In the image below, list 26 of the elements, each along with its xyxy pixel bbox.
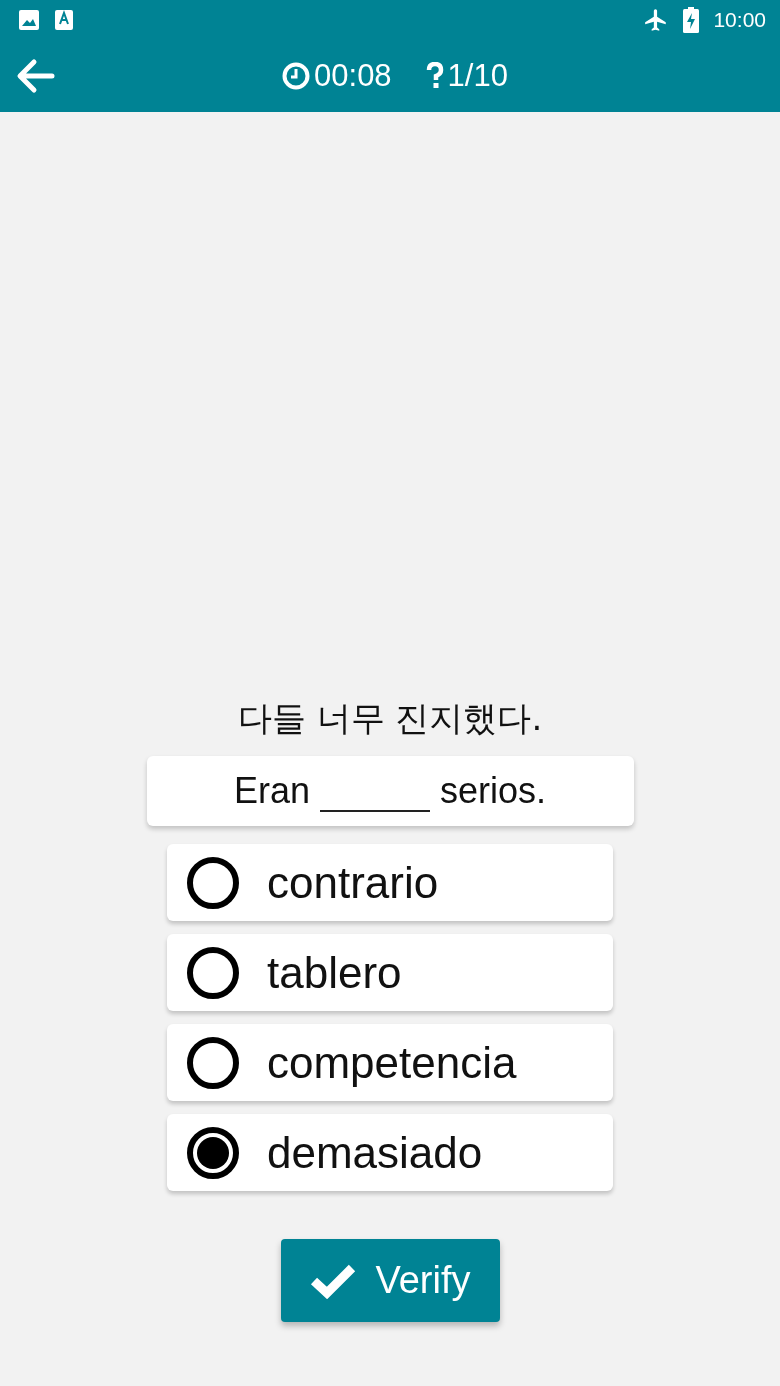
answer-option[interactable]: tablero xyxy=(167,934,613,1011)
radio-button[interactable] xyxy=(187,946,239,999)
question-mark-icon xyxy=(425,62,444,90)
option-label: contrario xyxy=(267,857,439,908)
image-icon xyxy=(18,9,40,31)
answer-option[interactable]: competencia xyxy=(167,1024,613,1101)
sentence-start: Eran xyxy=(233,770,310,812)
font-icon xyxy=(54,9,74,31)
sentence-end: serios. xyxy=(440,770,547,812)
status-time: 10:00 xyxy=(713,8,766,32)
radio-button[interactable] xyxy=(187,1036,239,1089)
radio-button[interactable] xyxy=(187,856,239,909)
korean-prompt: 다들 너무 진지했다. xyxy=(237,697,543,740)
battery-icon xyxy=(683,7,700,33)
checkmark-icon xyxy=(309,1262,358,1299)
question-counter: 1/10 xyxy=(447,58,508,94)
answer-option[interactable]: contrario xyxy=(167,844,613,921)
option-label: tablero xyxy=(267,947,402,998)
answer-option[interactable]: demasiado xyxy=(167,1114,613,1191)
clock-icon xyxy=(282,62,311,90)
option-label: competencia xyxy=(267,1037,517,1088)
verify-button[interactable]: Verify xyxy=(280,1239,500,1322)
timer-text: 00:08 xyxy=(314,58,392,94)
option-label: demasiado xyxy=(267,1127,483,1178)
radio-button[interactable] xyxy=(187,1126,239,1179)
back-arrow-icon xyxy=(16,58,56,94)
